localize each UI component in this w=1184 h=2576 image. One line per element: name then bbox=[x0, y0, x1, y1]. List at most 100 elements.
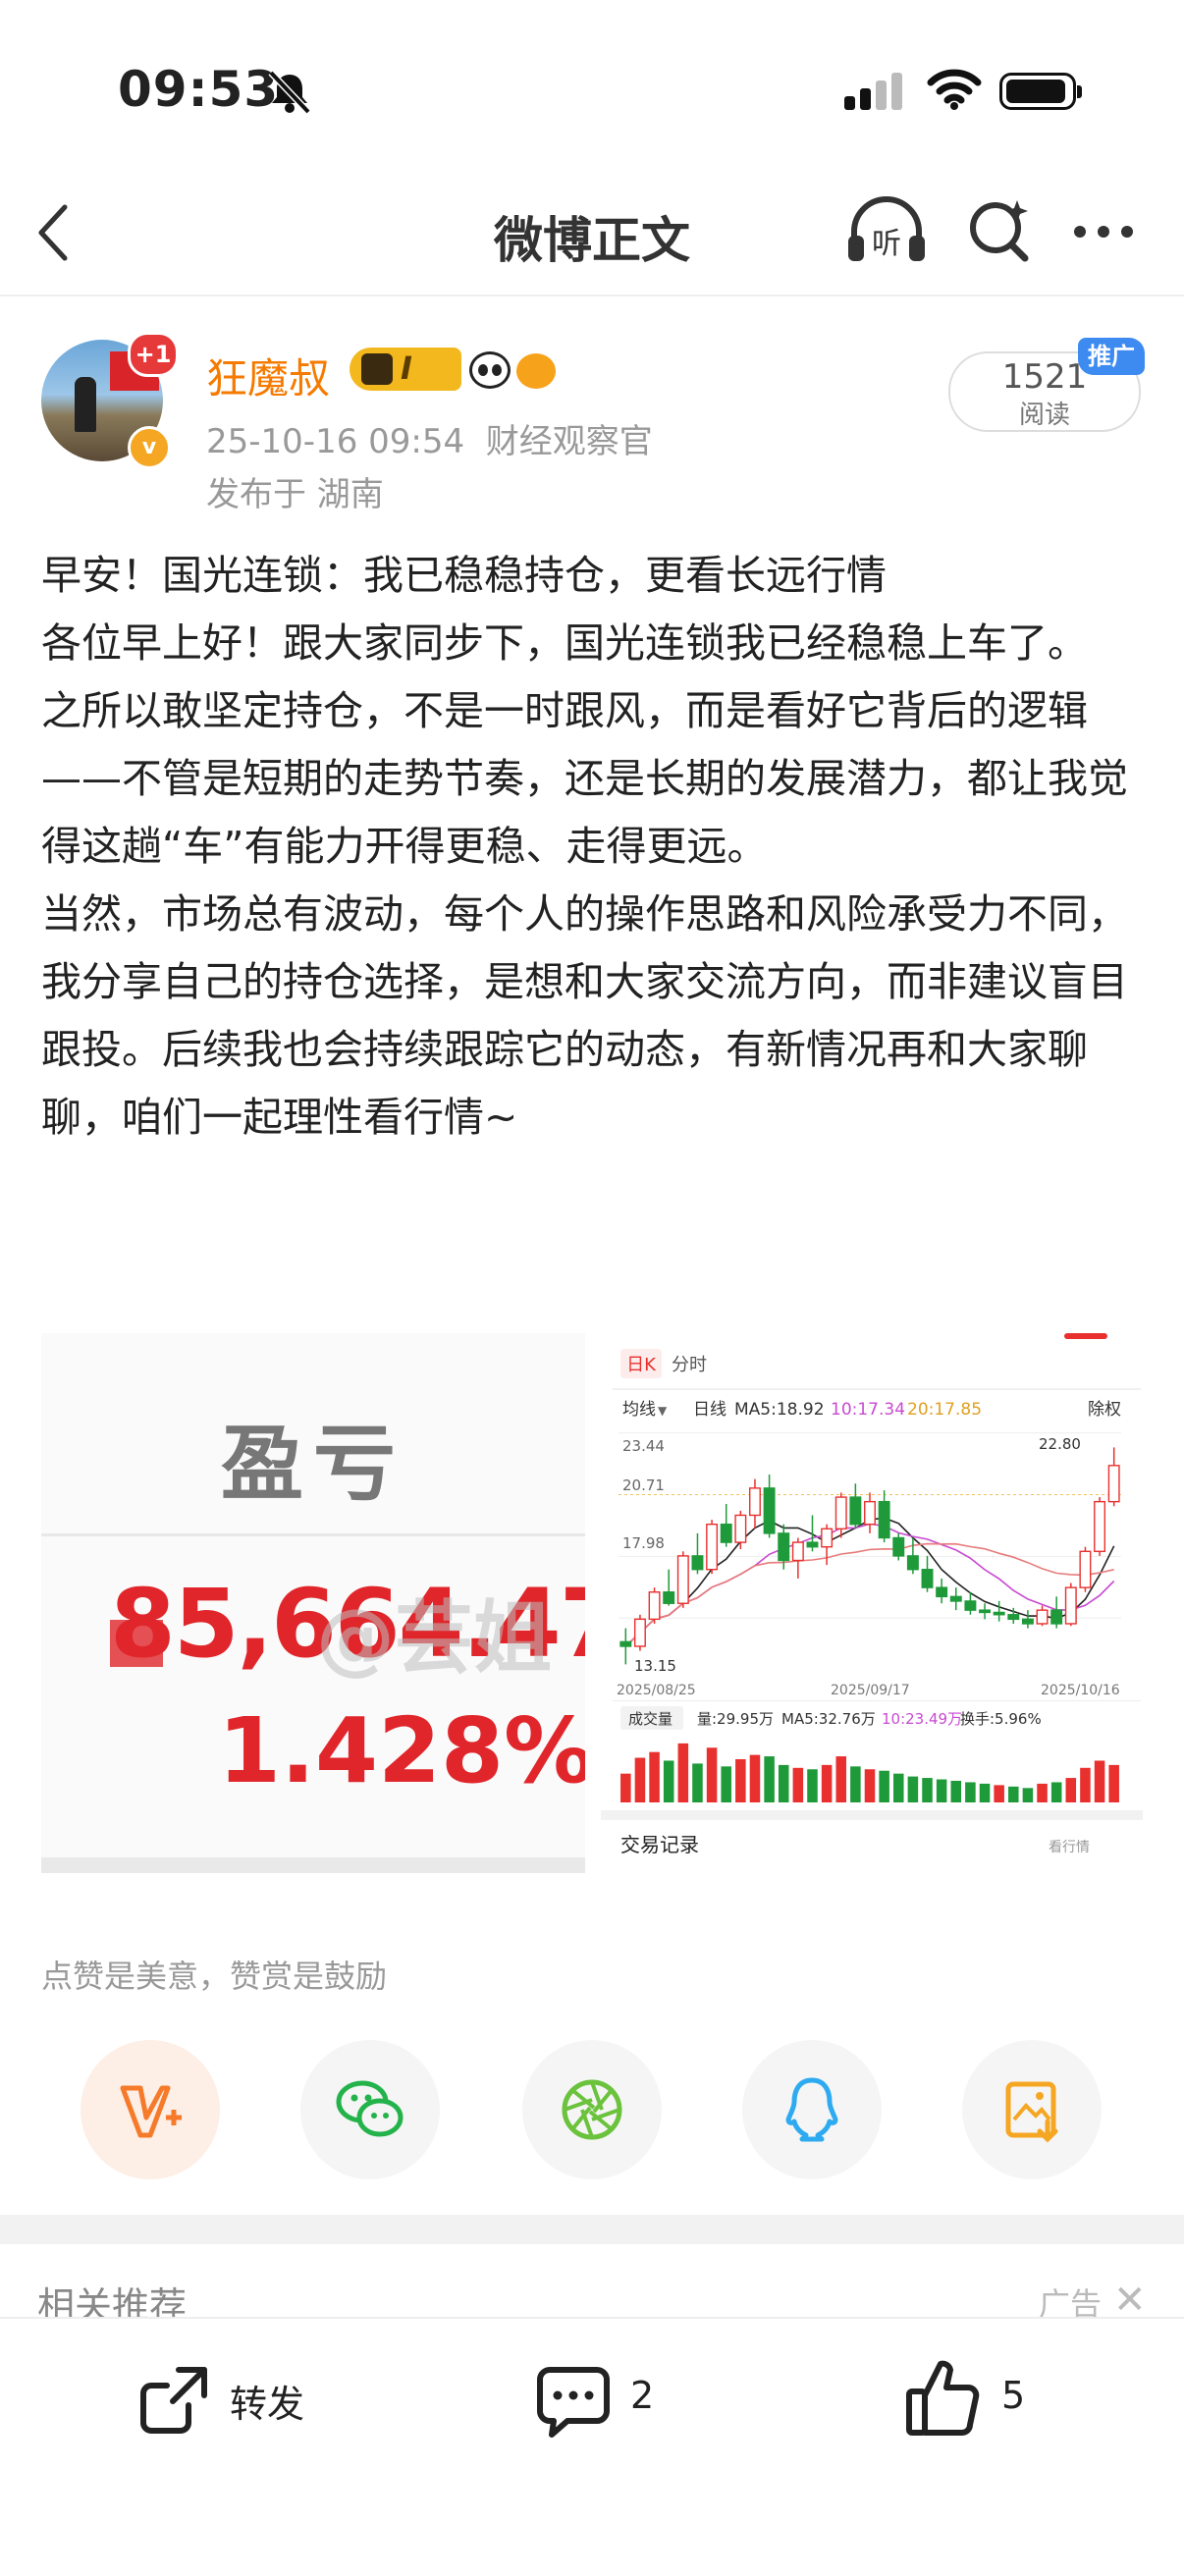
volume-bar bbox=[1108, 1764, 1119, 1802]
user-role: 财经观察官 bbox=[485, 422, 653, 461]
adjust-label: 除权 bbox=[1088, 1400, 1121, 1420]
comment-count: 2 bbox=[630, 2374, 655, 2417]
volume-bar bbox=[677, 1743, 689, 1802]
comment-icon bbox=[537, 2367, 610, 2438]
candle-body bbox=[676, 1555, 689, 1604]
headphones-icon: 听 bbox=[848, 196, 925, 261]
volume-bar bbox=[892, 1773, 904, 1802]
candle-body bbox=[706, 1523, 719, 1571]
volume-bar bbox=[835, 1756, 847, 1802]
repost-button[interactable]: 转发 bbox=[135, 2354, 332, 2442]
like-button[interactable]: 5 bbox=[903, 2348, 1050, 2442]
read-label: 阅读 bbox=[1018, 401, 1070, 430]
moments-aperture-icon bbox=[562, 2079, 622, 2140]
watermark: @芸姐 bbox=[316, 1592, 552, 1684]
y-tick: 20.71 bbox=[622, 1476, 665, 1494]
volume-bar bbox=[749, 1754, 761, 1802]
volume-ma5: MA5:32.76万 bbox=[781, 1710, 876, 1728]
candle-body bbox=[936, 1586, 948, 1598]
candle-body bbox=[1094, 1500, 1106, 1553]
volume-bar bbox=[1050, 1782, 1062, 1802]
volume-bar bbox=[1008, 1786, 1019, 1802]
promo-tag: 推广 bbox=[1078, 338, 1145, 375]
candle-body bbox=[720, 1523, 732, 1543]
candle-body bbox=[633, 1618, 646, 1647]
volume-bar bbox=[994, 1785, 1004, 1802]
candle-body bbox=[1107, 1465, 1120, 1503]
candle-body bbox=[663, 1591, 675, 1604]
candle-body bbox=[691, 1555, 704, 1571]
x-tick: 2025/09/17 bbox=[831, 1683, 910, 1698]
x-tick: 2025/08/25 bbox=[617, 1683, 696, 1698]
share-qq-button[interactable] bbox=[742, 2040, 882, 2179]
crown-icon bbox=[361, 353, 393, 385]
candle-body bbox=[821, 1528, 834, 1548]
post-body: 早安！国光连锁：我已稳稳持仓，更看长远行情 各位早上好！跟大家同步下，国光连锁我… bbox=[41, 542, 1151, 1152]
repost-icon bbox=[140, 2367, 207, 2434]
candle-body bbox=[892, 1536, 905, 1557]
post-paragraph: 早安！国光连锁：我已稳稳持仓，更看长远行情 bbox=[41, 552, 887, 599]
reward-button[interactable] bbox=[81, 2040, 220, 2179]
search-sparkle-icon bbox=[970, 200, 1029, 262]
volume-bar bbox=[792, 1767, 804, 1802]
candle-body bbox=[1064, 1586, 1077, 1625]
status-time: 09:53 bbox=[118, 61, 280, 118]
volume-bar bbox=[879, 1770, 889, 1802]
listen-button[interactable]: 听 bbox=[846, 196, 927, 269]
candle-body bbox=[1050, 1609, 1063, 1625]
comment-button[interactable]: 2 bbox=[534, 2354, 681, 2442]
high-label: 22.80 bbox=[1039, 1435, 1081, 1453]
post-meta: 25-10-16 09:54 财经观察官 bbox=[206, 414, 653, 462]
section-gap bbox=[0, 2215, 1184, 2244]
member-level-text: I bbox=[401, 349, 412, 387]
ma20-label: 20:17.85 bbox=[907, 1400, 982, 1420]
candle-body bbox=[906, 1555, 919, 1571]
candle-body bbox=[778, 1532, 790, 1562]
view-quotes-label: 看行情 bbox=[1049, 1840, 1090, 1855]
thumbs-up-icon bbox=[906, 2360, 980, 2436]
indicator-select: 均线 bbox=[622, 1400, 656, 1420]
y-tick: 23.44 bbox=[622, 1437, 665, 1455]
share-wechat-button[interactable] bbox=[300, 2040, 440, 2179]
volume-bar bbox=[950, 1781, 962, 1802]
volume-bar bbox=[620, 1773, 631, 1802]
volume-bar bbox=[864, 1769, 876, 1802]
volume-bar bbox=[1094, 1760, 1105, 1802]
volume-bar bbox=[979, 1783, 991, 1802]
panda-icon bbox=[469, 351, 511, 389]
period-label: 日线 bbox=[693, 1400, 727, 1420]
y-tick: 17.98 bbox=[622, 1534, 665, 1552]
volume-bar bbox=[907, 1776, 919, 1802]
more-options-button[interactable] bbox=[1074, 226, 1133, 238]
post-location: 发布于 湖南 bbox=[206, 475, 384, 514]
volume-bar bbox=[1065, 1778, 1077, 1802]
volume-bar bbox=[735, 1759, 746, 1802]
volume-bar bbox=[850, 1766, 861, 1802]
cellular-signal-icon bbox=[844, 71, 903, 110]
volume-select: 成交量 bbox=[628, 1710, 673, 1728]
candle-body bbox=[1079, 1550, 1092, 1588]
volume-bar bbox=[721, 1766, 731, 1802]
candle-body bbox=[734, 1514, 747, 1543]
profit-image[interactable]: 盈亏 85,664.47 @芸姐 1.428% bbox=[41, 1333, 585, 1873]
ma10-label: 10:17.34 bbox=[831, 1400, 905, 1420]
person-silhouette bbox=[75, 377, 96, 432]
wechat-icon bbox=[336, 2080, 404, 2137]
profit-percent: 1.428% bbox=[218, 1698, 585, 1803]
candle-body bbox=[878, 1500, 890, 1539]
kline-chart-image[interactable]: 日K 分时 均线 ▼ 日线 MA5:18.92 10:17.34 20:17.8… bbox=[601, 1333, 1143, 1873]
volume-bar bbox=[1037, 1783, 1048, 1802]
image-footer-bar bbox=[41, 1857, 585, 1873]
candle-body bbox=[979, 1609, 991, 1614]
volume-bar bbox=[692, 1763, 703, 1802]
v-plus-icon bbox=[120, 2085, 182, 2138]
reward-text: 点赞是美意，赞赏是鼓励 bbox=[41, 1958, 388, 1995]
save-image-button[interactable] bbox=[962, 2040, 1102, 2179]
x-tick: 2025/10/16 bbox=[1041, 1683, 1120, 1698]
volume-bar bbox=[965, 1782, 976, 1802]
user-name[interactable]: 狂魔叔 bbox=[206, 346, 330, 405]
volume-bar bbox=[807, 1769, 818, 1802]
share-moments-button[interactable] bbox=[522, 2040, 662, 2179]
search-button[interactable] bbox=[966, 196, 1035, 269]
candle-body bbox=[1036, 1609, 1049, 1625]
